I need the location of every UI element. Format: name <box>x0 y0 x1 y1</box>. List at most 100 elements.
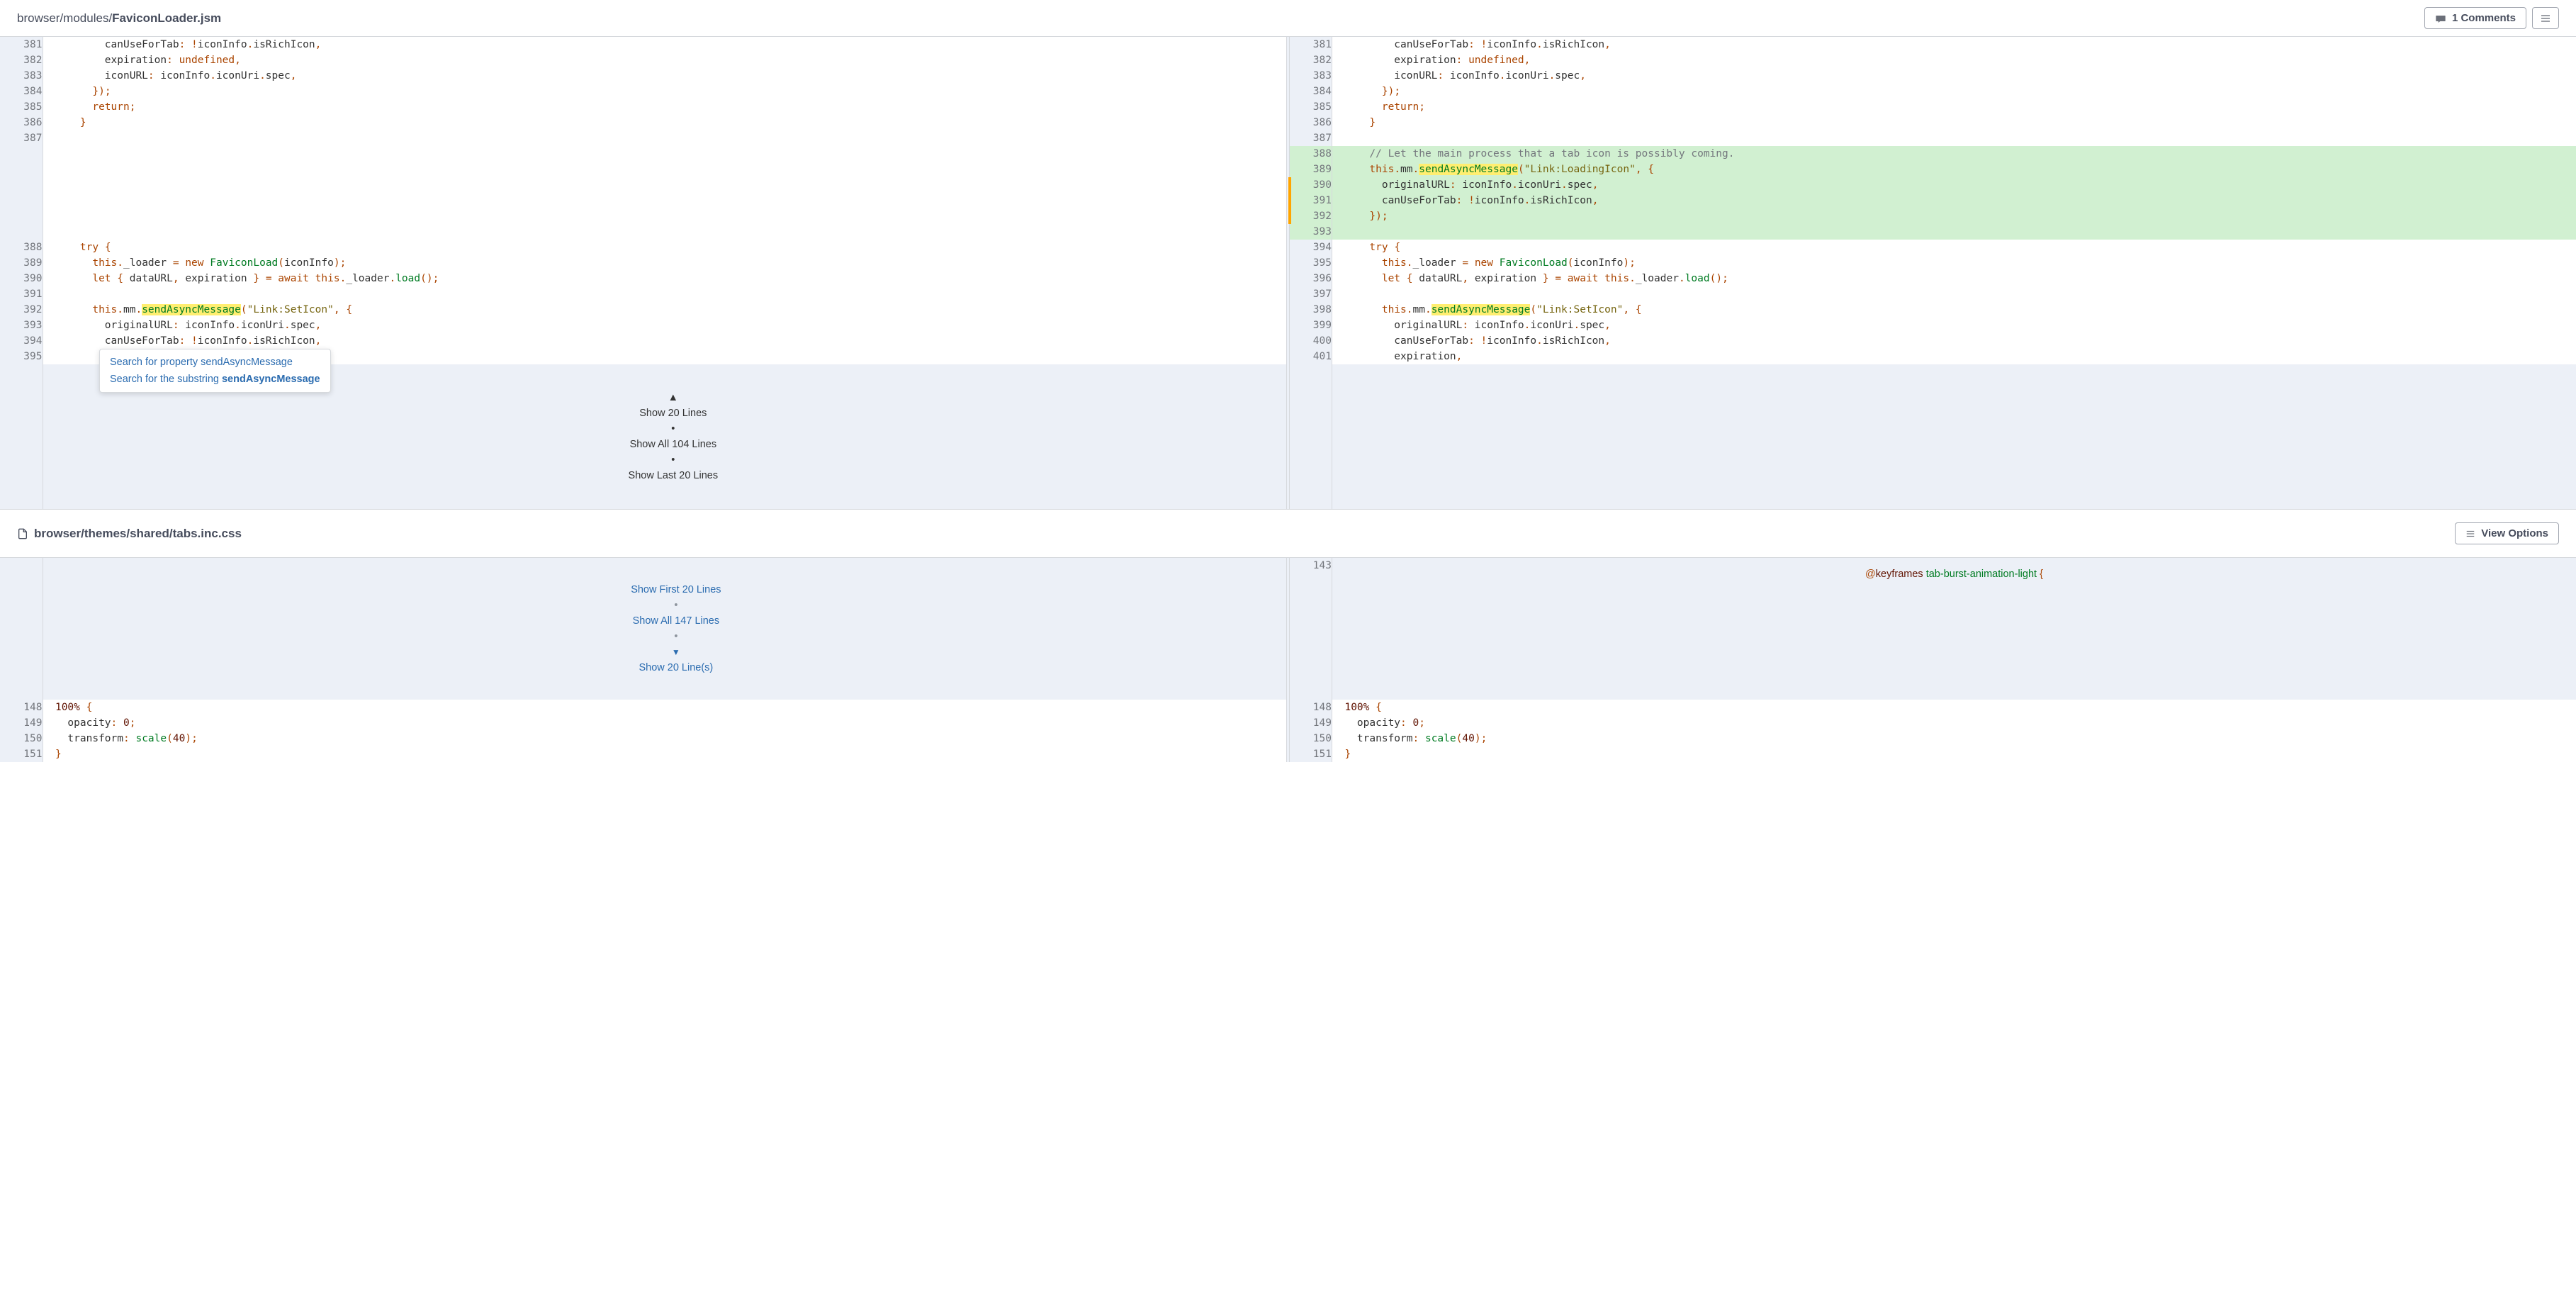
line-number: 388 <box>1290 146 1332 162</box>
code-line[interactable]: canUseForTab: !iconInfo.isRichIcon, <box>1332 37 2576 52</box>
menu-search-substring[interactable]: Search for the substring sendAsyncMessag… <box>100 371 330 388</box>
line-number: 381 <box>1290 37 1332 52</box>
code-line[interactable]: originalURL: iconInfo.iconUri.spec, <box>1332 318 2576 333</box>
line-number <box>0 224 43 240</box>
line-number: 143 <box>1290 558 1332 700</box>
show-20-link[interactable]: Show 20 Lines <box>639 408 707 419</box>
code-line[interactable]: transform: scale(40); <box>43 731 1287 746</box>
code-line[interactable]: this._loader = new FaviconLoad(iconInfo)… <box>43 255 1287 271</box>
code-line[interactable]: this.mm.sendAsyncMessage("Link:LoadingIc… <box>1332 162 2576 177</box>
menu-search-property[interactable]: Search for property sendAsyncMessage <box>100 354 330 371</box>
code-line[interactable]: } <box>1332 746 2576 762</box>
line-number: 381 <box>0 37 43 52</box>
line-number: 393 <box>1290 224 1332 240</box>
code-line[interactable]: return; <box>43 99 1287 115</box>
line-number: 149 <box>1290 715 1332 731</box>
show-all-link[interactable]: Show All 104 Lines <box>630 439 717 450</box>
code-line[interactable]: canUseForTab: !iconInfo.isRichIcon, <box>1332 333 2576 349</box>
code-line[interactable] <box>43 177 1287 193</box>
line-number: 386 <box>1290 115 1332 130</box>
code-line[interactable]: }); <box>43 84 1287 99</box>
line-number: 149 <box>0 715 43 731</box>
code-line[interactable]: transform: scale(40); <box>1332 731 2576 746</box>
code-line[interactable]: canUseForTab: !iconInfo.isRichIcon, <box>1332 193 2576 208</box>
code-line[interactable] <box>43 162 1287 177</box>
code-line[interactable]: originalURL: iconInfo.iconUri.spec, <box>43 318 1287 333</box>
code-line[interactable] <box>43 286 1287 302</box>
code-line[interactable]: opacity: 0; <box>1332 715 2576 731</box>
line-number: 382 <box>1290 52 1332 68</box>
code-line[interactable]: this.mm.sendAsyncMessage("Link:SetIcon",… <box>1332 302 2576 318</box>
line-number: 385 <box>1290 99 1332 115</box>
code-line[interactable]: } <box>1332 115 2576 130</box>
line-number: 391 <box>0 286 43 302</box>
code-line[interactable] <box>43 130 1287 146</box>
code-line[interactable]: this.mm.sendAsyncMessage("Link:SetIcon",… <box>43 302 1287 318</box>
code-line[interactable]: } <box>43 746 1287 762</box>
code-line[interactable]: try { <box>1332 240 2576 255</box>
code-line[interactable]: expiration: undefined, <box>1332 52 2576 68</box>
code-line[interactable]: return; <box>1332 99 2576 115</box>
breadcrumb-prefix: browser/modules/ <box>17 11 112 25</box>
code-line[interactable]: let { dataURL, expiration } = await this… <box>1332 271 2576 286</box>
code-line[interactable]: 100% { <box>1332 700 2576 715</box>
code-line[interactable]: }); <box>1332 208 2576 224</box>
code-line[interactable]: iconURL: iconInfo.iconUri.spec, <box>43 68 1287 84</box>
code-line[interactable] <box>43 146 1287 162</box>
line-number: 385 <box>0 99 43 115</box>
hamburger-icon <box>2465 529 2475 539</box>
comment-icon <box>2435 13 2446 24</box>
code-line[interactable] <box>43 224 1287 240</box>
code-line[interactable]: 100% { <box>43 700 1287 715</box>
line-number: 383 <box>1290 68 1332 84</box>
code-line[interactable]: }); <box>1332 84 2576 99</box>
code-line[interactable]: let { dataURL, expiration } = await this… <box>43 271 1287 286</box>
show-20-css-link[interactable]: Show 20 Line(s) <box>639 662 713 673</box>
line-number: 150 <box>0 731 43 746</box>
line-number: 393 <box>0 318 43 333</box>
line-number: 395 <box>0 349 43 364</box>
code-line[interactable]: opacity: 0; <box>43 715 1287 731</box>
code-line[interactable] <box>43 208 1287 224</box>
code-line[interactable]: // Let the main process that a tab icon … <box>1332 146 2576 162</box>
hamburger-icon <box>2540 13 2551 24</box>
show-first-link[interactable]: Show First 20 Lines <box>631 584 721 595</box>
line-number: 396 <box>1290 271 1332 286</box>
breadcrumb-file: FaviconLoader.jsm <box>112 11 221 25</box>
code-line[interactable] <box>1332 224 2576 240</box>
code-line[interactable]: iconURL: iconInfo.iconUri.spec, <box>1332 68 2576 84</box>
code-line[interactable]: try { <box>43 240 1287 255</box>
line-number: 397 <box>1290 286 1332 302</box>
line-number: 401 <box>1290 349 1332 364</box>
show-last-link[interactable]: Show Last 20 Lines <box>629 470 719 481</box>
code-line[interactable]: canUseForTab: !iconInfo.isRichIcon, <box>43 333 1287 349</box>
view-options-button[interactable]: View Options <box>2455 522 2559 544</box>
triangle-up-icon: ▲ <box>668 392 678 403</box>
line-number: 151 <box>0 746 43 762</box>
line-number: 394 <box>0 333 43 349</box>
line-number: 384 <box>1290 84 1332 99</box>
show-all-css-link[interactable]: Show All 147 Lines <box>633 615 720 627</box>
code-line[interactable]: originalURL: iconInfo.iconUri.spec, <box>1332 177 2576 193</box>
code-line[interactable]: expiration, <box>1332 349 2576 364</box>
diff-container: 381 canUseForTab: !iconInfo.isRichIcon,3… <box>0 37 2576 364</box>
code-line[interactable]: canUseForTab: !iconInfo.isRichIcon, <box>43 37 1287 52</box>
code-line[interactable]: } <box>43 115 1287 130</box>
line-number: 392 <box>1290 208 1332 224</box>
code-line[interactable]: expiration: undefined, <box>43 52 1287 68</box>
file-icon <box>17 527 28 540</box>
line-number: 387 <box>1290 130 1332 146</box>
menu-button[interactable] <box>2532 7 2559 29</box>
code-line[interactable] <box>1332 286 2576 302</box>
line-number <box>0 177 43 193</box>
line-number: 398 <box>1290 302 1332 318</box>
line-number: 150 <box>1290 731 1332 746</box>
code-line[interactable] <box>1332 130 2576 146</box>
comments-button[interactable]: 1 Comments <box>2424 7 2526 29</box>
line-number: 148 <box>0 700 43 715</box>
code-line[interactable] <box>43 193 1287 208</box>
line-number: 400 <box>1290 333 1332 349</box>
line-number: 151 <box>1290 746 1332 762</box>
code-line[interactable]: this._loader = new FaviconLoad(iconInfo)… <box>1332 255 2576 271</box>
context-menu: Search for property sendAsyncMessage Sea… <box>99 349 331 393</box>
